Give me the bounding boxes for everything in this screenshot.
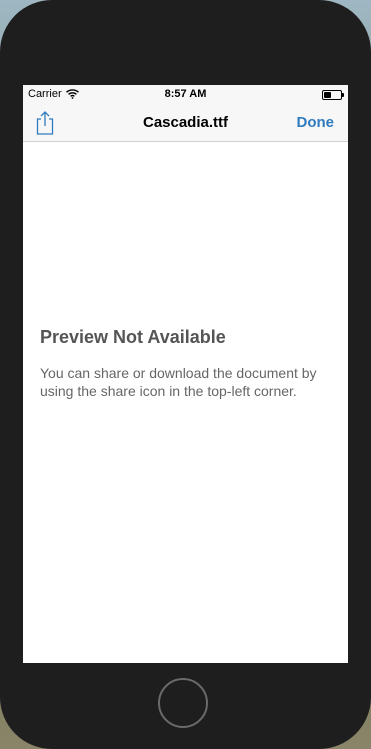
share-icon bbox=[36, 111, 54, 135]
status-time: 8:57 AM bbox=[164, 88, 207, 100]
phone-screen: Carrier 8:57 AM Cascadia.ttf Done Previe… bbox=[23, 85, 348, 663]
status-bar: Carrier 8:57 AM bbox=[23, 85, 348, 105]
document-title: Cascadia.ttf bbox=[142, 114, 229, 131]
home-button[interactable] bbox=[158, 678, 208, 728]
navigation-bar: Cascadia.ttf Done bbox=[23, 105, 348, 142]
preview-message: Preview Not Available You can share or d… bbox=[40, 327, 330, 400]
phone-frame: Carrier 8:57 AM Cascadia.ttf Done Previe… bbox=[0, 0, 371, 749]
battery-icon bbox=[322, 90, 344, 100]
share-button[interactable] bbox=[33, 110, 57, 136]
preview-description: You can share or download the document b… bbox=[40, 365, 317, 399]
preview-title: Preview Not Available bbox=[40, 327, 226, 347]
done-button[interactable]: Done bbox=[297, 114, 335, 131]
